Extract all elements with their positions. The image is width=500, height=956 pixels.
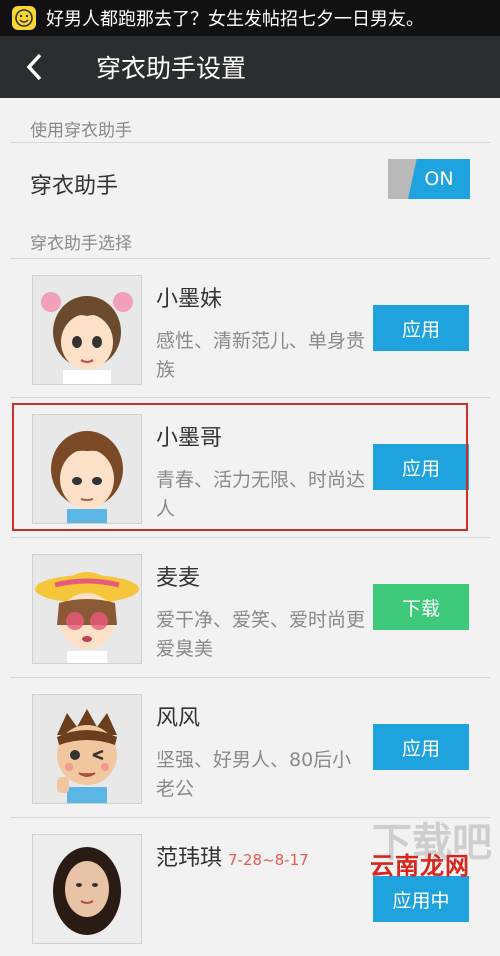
notification-text: 好男人都跑那去了？女生发帖招七夕一日男友。 xyxy=(46,9,424,30)
item-name: 风风 xyxy=(156,706,201,731)
list-item: 麦麦 爱干净、爱笑、爱时尚更爱臭美 下载 xyxy=(0,538,500,676)
divider xyxy=(10,142,490,143)
item-description: 坚强、好男人、80后小老公 xyxy=(156,749,352,800)
list-item: 小墨妹 感性、清新范儿、单身贵族 应用 xyxy=(0,259,500,397)
section-label-choose: 穿衣助手选择 xyxy=(30,234,132,254)
avatar xyxy=(32,694,142,804)
avatar xyxy=(32,554,142,664)
title-bar: 穿衣助手设置 xyxy=(0,36,500,98)
item-description: 爱干净、爱笑、爱时尚更爱臭美 xyxy=(156,609,366,660)
item-description: 感性、清新范儿、单身贵族 xyxy=(156,330,366,381)
download-button[interactable]: 下载 xyxy=(373,584,469,630)
item-name: 小墨妹 xyxy=(156,287,223,312)
watermark: 下载吧 云南龙网 xyxy=(362,820,500,888)
status-bar: 好男人都跑那去了？女生发帖招七夕一日男友。 xyxy=(0,0,500,36)
smiley-icon xyxy=(12,6,36,30)
highlight-box xyxy=(12,403,468,531)
item-name: 范玮琪 7-28~8-17 xyxy=(156,846,309,871)
list-item: 风风 坚强、好男人、80后小老公 应用 xyxy=(0,678,500,816)
assistant-toggle[interactable]: ON xyxy=(388,159,470,199)
apply-button[interactable]: 应用 xyxy=(373,305,469,351)
toggle-label: 穿衣助手 xyxy=(30,174,119,199)
toggle-state-text: ON xyxy=(408,159,470,199)
apply-button[interactable]: 应用 xyxy=(373,724,469,770)
item-date: 7-28~8-17 xyxy=(228,851,309,869)
watermark-text: 云南龙网 xyxy=(370,852,470,880)
page-title: 穿衣助手设置 xyxy=(96,54,247,83)
avatar xyxy=(32,275,142,385)
back-icon[interactable] xyxy=(24,36,64,98)
item-name: 麦麦 xyxy=(156,566,201,591)
avatar xyxy=(32,834,142,944)
section-label-enable: 使用穿衣助手 xyxy=(30,121,132,141)
